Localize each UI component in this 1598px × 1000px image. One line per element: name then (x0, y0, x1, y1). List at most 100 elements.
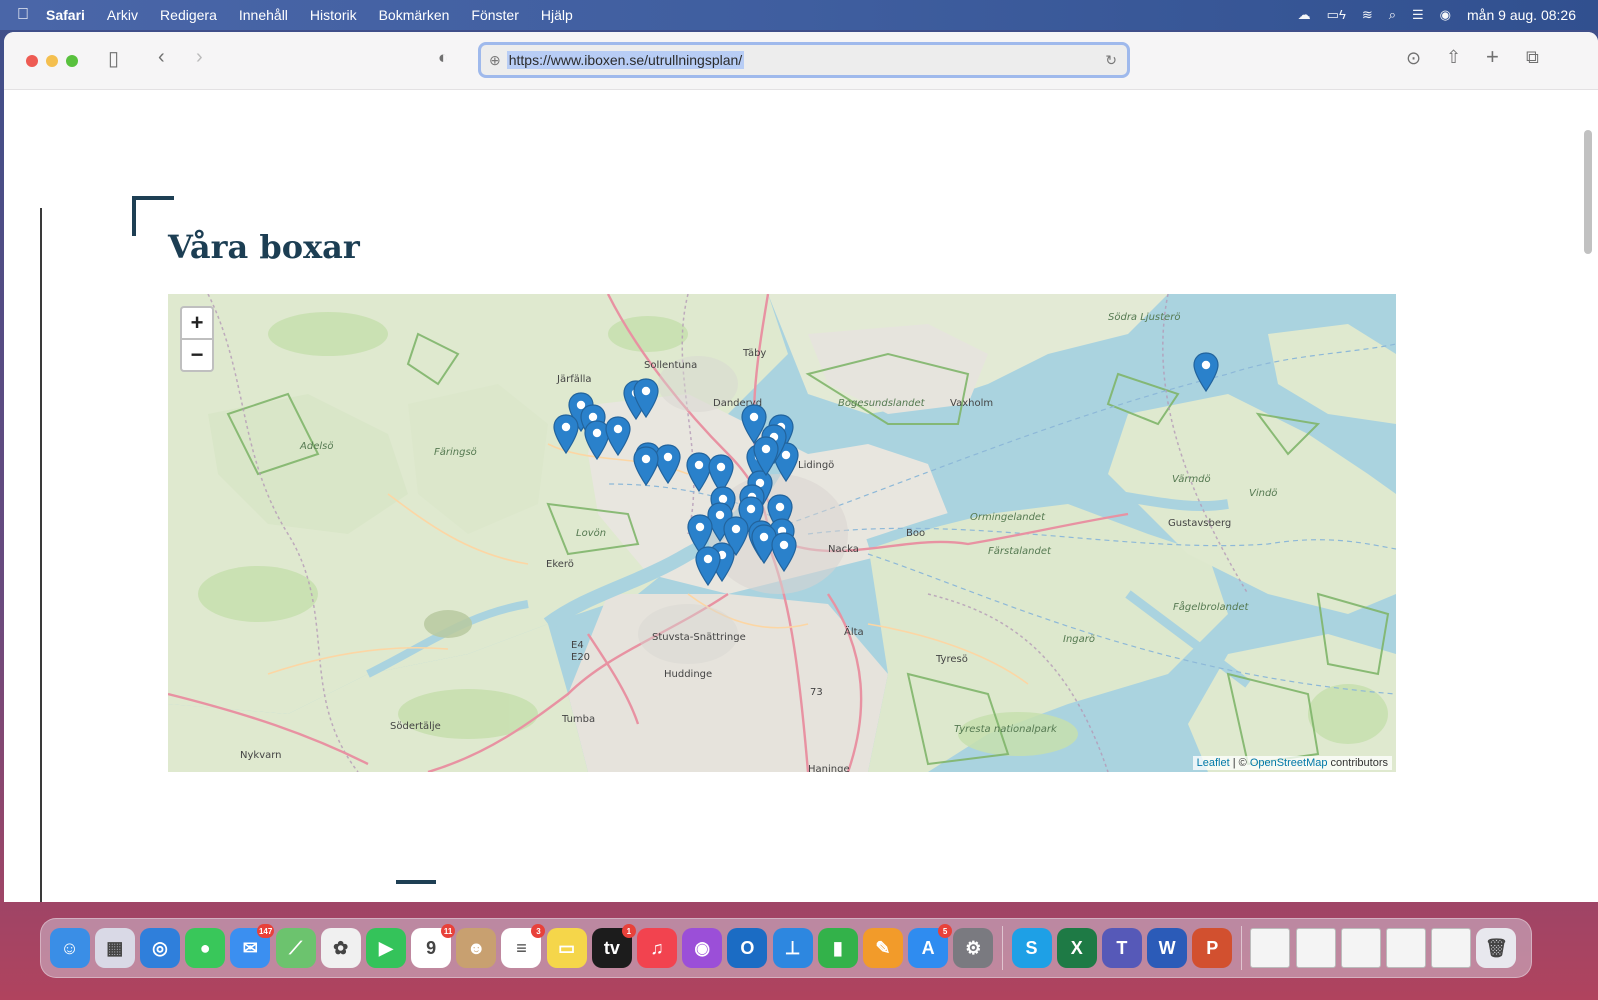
creative-cloud-icon[interactable]: ☁ (1298, 7, 1311, 23)
spotlight-icon[interactable]: ⌕ (1389, 7, 1396, 23)
menu-item-redigera[interactable]: Redigera (160, 7, 217, 23)
notification-badge: 5 (938, 924, 953, 938)
map-marker-icon[interactable] (753, 436, 779, 477)
map-place-label: Bogesundslandet (838, 398, 925, 409)
keynote-icon[interactable]: ⊥ (772, 928, 813, 968)
menu-item-hjalp[interactable]: Hjälp (541, 7, 573, 23)
web-page: Våra boxar Södra Ljusterö Sollentuna Täb… (4, 90, 1598, 902)
menu-item-arkiv[interactable]: Arkiv (107, 7, 138, 23)
facetime-icon[interactable]: ▶ (365, 928, 406, 968)
minimize-window-button[interactable] (46, 55, 58, 67)
map-place-label: Nykvarn (240, 750, 282, 761)
window-thumb-icon[interactable] (1431, 928, 1472, 968)
podcasts-icon[interactable]: ◉ (682, 928, 723, 968)
privacy-shield-icon[interactable]: ◐ (438, 48, 448, 68)
menu-clock[interactable]: mån 9 aug. 08:26 (1467, 7, 1576, 23)
finder-icon[interactable]: ☺ (49, 928, 90, 968)
close-window-button[interactable] (26, 55, 38, 67)
window-thumb-icon[interactable] (1386, 928, 1427, 968)
appstore-icon[interactable]: A5 (908, 924, 953, 968)
apple-menu-icon[interactable]:  (0, 6, 46, 24)
map-place-label: Färingsö (434, 447, 477, 458)
new-tab-icon[interactable]: + (1486, 44, 1499, 70)
attribution-separator: | © (1229, 757, 1250, 769)
window-thumb-icon[interactable] (1250, 928, 1291, 968)
reload-icon[interactable]: ↻ (1105, 52, 1117, 69)
music-icon[interactable]: ♫ (637, 928, 678, 968)
contacts-icon[interactable]: ☻ (456, 928, 497, 968)
share-icon[interactable]: ⇧ (1446, 47, 1461, 68)
address-bar[interactable]: ⊕ https://www.iboxen.se/utrullningsplan/… (478, 42, 1130, 78)
pages-icon[interactable]: ✎ (862, 928, 903, 968)
map-attribution: Leaflet | © OpenStreetMap contributors (1192, 756, 1392, 770)
sidebar-toggle-icon[interactable]: ▯ (108, 46, 119, 71)
notification-badge: 147 (256, 924, 275, 938)
menu-item-fonster[interactable]: Fönster (471, 7, 518, 23)
osm-link[interactable]: OpenStreetMap (1250, 757, 1328, 769)
dock-separator (1001, 926, 1003, 970)
map-place-label: Lidingö (798, 460, 835, 471)
map-marker-icon[interactable] (695, 546, 721, 587)
safari-icon[interactable]: ◎ (139, 928, 180, 968)
map-place-label: Huddinge (664, 669, 713, 680)
appletv-icon[interactable]: tv 1 (591, 924, 636, 968)
window-thumb-icon[interactable] (1295, 928, 1336, 968)
powerpoint-icon[interactable]: P (1192, 928, 1233, 968)
notification-badge: 1 (621, 924, 636, 938)
notes-icon[interactable]: ▭ (546, 928, 587, 968)
teams-icon[interactable]: T (1101, 928, 1142, 968)
control-center-icon[interactable]: ☰ (1412, 7, 1424, 23)
siri-icon[interactable]: ◉ (1440, 7, 1451, 23)
map-place-label: 73 (810, 687, 823, 698)
word-icon[interactable]: W (1147, 928, 1188, 968)
attribution-tail: contributors (1327, 757, 1388, 769)
downloads-icon[interactable]: ⊙ (1406, 48, 1421, 69)
zoom-out-button[interactable]: − (180, 338, 214, 372)
map-place-label: Sollentuna (644, 360, 698, 371)
map-marker-icon[interactable] (1193, 352, 1219, 393)
numbers-icon[interactable]: ▮ (817, 928, 858, 968)
map-place-label: Adelsö (300, 441, 334, 452)
calendar-icon[interactable]: 9 11 (411, 924, 456, 968)
map-place-label: Täby (743, 348, 767, 359)
excel-icon[interactable]: X (1056, 928, 1097, 968)
window-thumb-icon[interactable] (1340, 928, 1381, 968)
map-marker-icon[interactable] (633, 378, 659, 419)
map-place-label: Tumba (562, 714, 596, 725)
menu-item-bokmarken[interactable]: Bokmärken (379, 7, 450, 23)
map-marker-icon[interactable] (553, 414, 579, 455)
back-icon[interactable]: ‹ (158, 46, 165, 69)
skype-icon[interactable]: S (1011, 928, 1052, 968)
outlook-icon[interactable]: O (727, 928, 768, 968)
forward-icon[interactable]: › (196, 46, 203, 69)
map-place-label: Fågelbrolandet (1173, 602, 1249, 613)
page-scrollbar[interactable] (1584, 130, 1592, 254)
tab-overview-icon[interactable]: ⧉ (1526, 47, 1539, 68)
page-title: Våra boxar (168, 228, 360, 266)
trash-icon[interactable]: 🗑 (1476, 928, 1517, 968)
menu-item-innehall[interactable]: Innehåll (239, 7, 288, 23)
browser-toolbar: ▯ ‹ › ◐ ⊕ https://www.iboxen.se/utrullni… (4, 32, 1598, 90)
maps-icon[interactable]: ⟋ (275, 928, 316, 968)
leaflet-link[interactable]: Leaflet (1197, 757, 1230, 769)
map-marker-icon[interactable] (633, 446, 659, 487)
zoom-in-button[interactable]: + (180, 306, 214, 340)
launchpad-icon[interactable]: ▦ (94, 928, 135, 968)
map-marker-icon[interactable] (605, 416, 631, 457)
map[interactable]: Södra Ljusterö Sollentuna Täby Järfälla Dand… (168, 294, 1396, 772)
url-text[interactable]: https://www.iboxen.se/utrullningsplan/ (506, 51, 745, 69)
photos-icon[interactable]: ✿ (320, 928, 361, 968)
messages-icon[interactable]: ● (185, 928, 226, 968)
notification-badge: 11 (441, 924, 456, 938)
battery-icon[interactable]: ▭ϟ (1327, 7, 1346, 23)
menu-item-safari[interactable]: Safari (46, 7, 85, 23)
fullscreen-window-button[interactable] (66, 55, 78, 67)
map-place-label: Lovön (576, 528, 607, 539)
reminders-icon[interactable]: ≡ 3 (501, 924, 546, 968)
mail-icon[interactable]: ✉ 147 (230, 924, 275, 968)
wifi-icon[interactable]: ≋ (1362, 7, 1373, 23)
map-marker-icon[interactable] (771, 532, 797, 573)
system-preferences-icon[interactable]: ⚙ (953, 928, 994, 968)
menu-item-historik[interactable]: Historik (310, 7, 357, 23)
map-place-label: Stuvsta-Snättringe (652, 632, 746, 643)
